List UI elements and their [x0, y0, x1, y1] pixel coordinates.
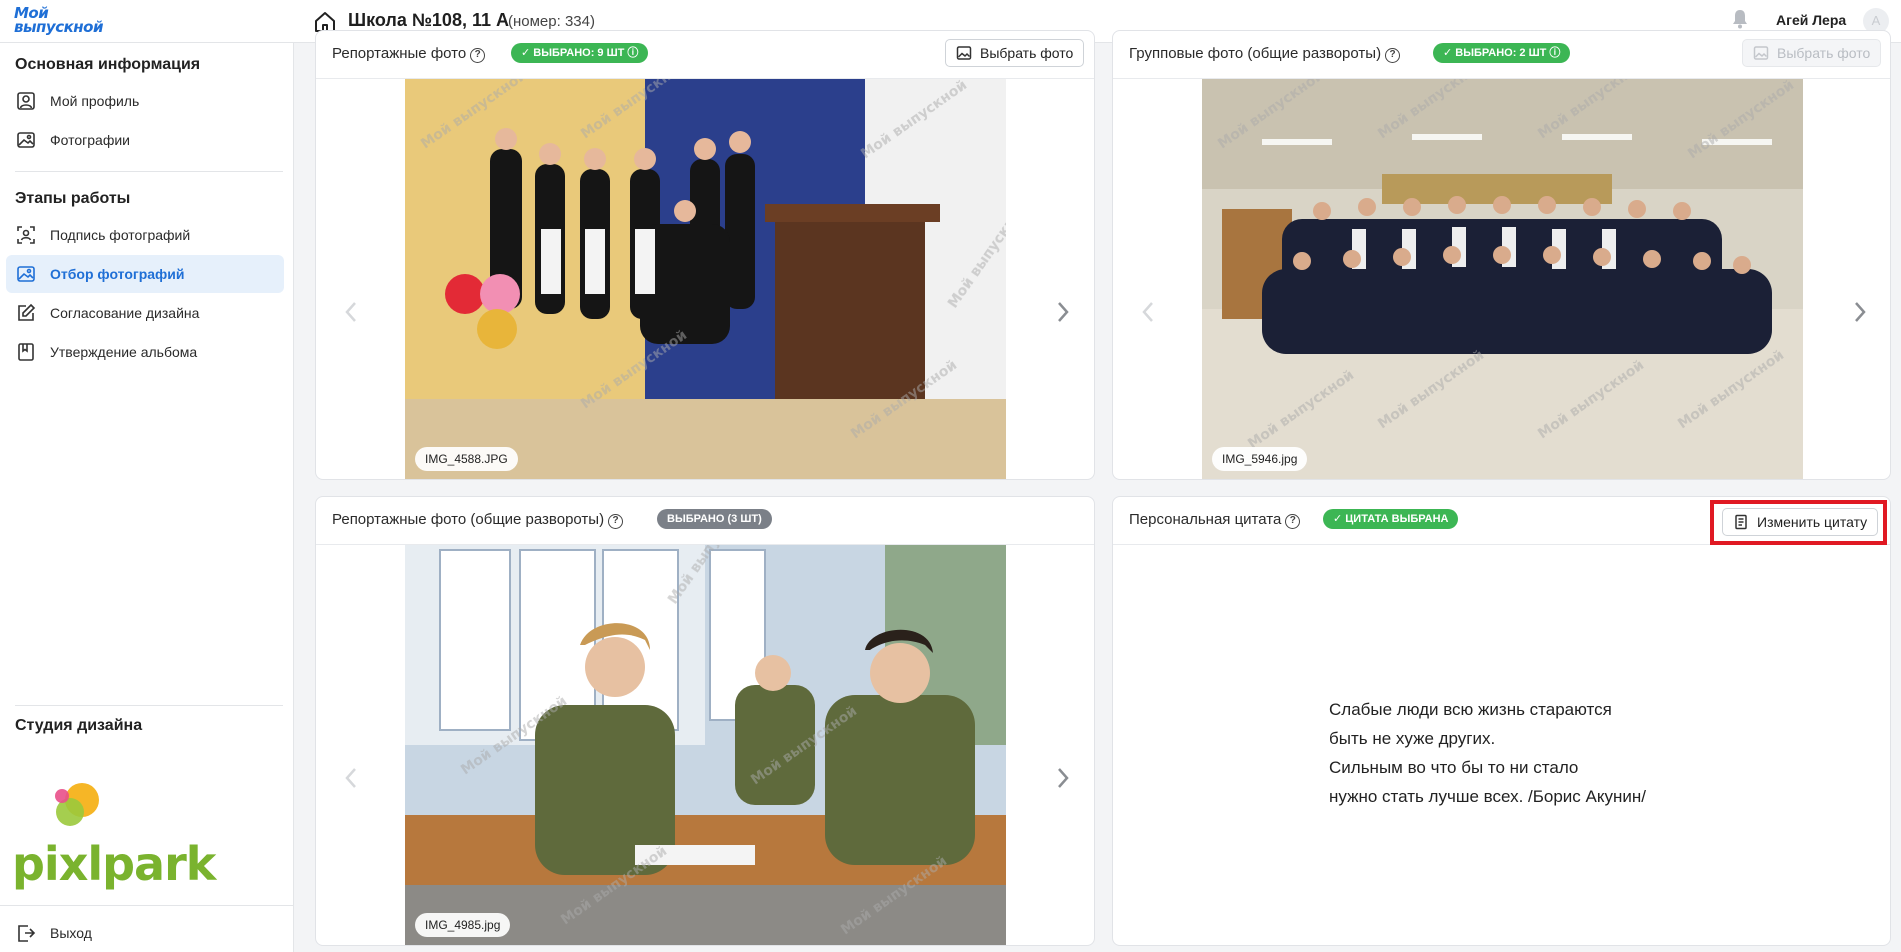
quote-line: Сильным во что бы то ни стало: [1329, 758, 1579, 777]
sidebar: Основная информация Мой профиль Фотограф…: [0, 43, 294, 952]
card-title-text: Репортажные фото (общие развороты): [332, 511, 605, 528]
image-icon: [956, 46, 972, 60]
pixlpark-wordmark: pixlpark: [12, 837, 216, 891]
photo-carousel: Мой выпускной Мой выпускной Мой выпускно…: [316, 79, 1094, 479]
photo-image[interactable]: Мой выпускной Мой выпускной Мой выпускно…: [1202, 79, 1803, 480]
logout-icon: [18, 925, 36, 942]
school-number: (номер: 334): [508, 13, 595, 30]
card-header: Групповые фото (общие развороты)? ✓ ВЫБР…: [1113, 31, 1890, 79]
sidebar-divider: [15, 171, 283, 172]
photo-filename: IMG_4588.JPG: [415, 447, 518, 471]
help-icon[interactable]: ?: [470, 48, 486, 63]
sidebar-divider: [0, 905, 293, 906]
card-group-photos: Групповые фото (общие развороты)? ✓ ВЫБР…: [1112, 30, 1891, 480]
card-reportage-spreads: Репортажные фото (общие развороты)? ВЫБР…: [315, 496, 1095, 946]
selected-badge[interactable]: ✓ ВЫБРАНО: 2 ШТ ⓘ: [1433, 43, 1571, 63]
card-title-text: Репортажные фото: [332, 45, 467, 62]
photo-carousel: Мой выпускной Мой выпускной Мой выпускно…: [316, 545, 1094, 945]
user-icon: [17, 92, 35, 110]
quote-line: нужно стать лучше всех. /Борис Акунин/: [1329, 787, 1646, 806]
sidebar-item-label: Мой профиль: [50, 93, 140, 109]
app-logo[interactable]: Мой выпускной: [14, 6, 116, 36]
card-title: Репортажные фото?: [332, 45, 486, 63]
sidebar-item-photos[interactable]: Фотографии: [6, 121, 284, 159]
card-header: Репортажные фото? ✓ ВЫБРАНО: 9 ШТ ⓘ Выбр…: [316, 31, 1094, 79]
prev-arrow-icon[interactable]: [1141, 301, 1155, 323]
button-label: Выбрать фото: [980, 45, 1074, 61]
logout-button[interactable]: Выход: [6, 914, 284, 952]
button-label: Выбрать фото: [1777, 45, 1871, 61]
sidebar-item-profile[interactable]: Мой профиль: [6, 82, 284, 120]
photo-carousel: Мой выпускной Мой выпускной Мой выпускно…: [1113, 79, 1890, 479]
bell-icon[interactable]: [1731, 9, 1749, 29]
help-icon[interactable]: ?: [1385, 48, 1401, 63]
sidebar-item-label: Фотографии: [50, 132, 131, 148]
card-title-text: Персональная цитата: [1129, 511, 1282, 528]
selected-badge[interactable]: ✓ ВЫБРАНО: 9 ШТ ⓘ: [511, 43, 649, 63]
card-title-text: Групповые фото (общие развороты): [1129, 45, 1382, 62]
sidebar-item-photo-captions[interactable]: Подпись фотографий: [6, 216, 284, 254]
gallery-icon: [17, 266, 35, 282]
select-photo-button[interactable]: Выбрать фото: [1742, 39, 1882, 67]
logo-line-2: выпускной: [14, 18, 103, 36]
quote-area: Слабые люди всю жизнь стараются быть не …: [1113, 545, 1890, 945]
quote-selected-badge: ✓ ЦИТАТА ВЫБРАНА: [1323, 509, 1459, 529]
image-icon: [17, 132, 35, 148]
sidebar-item-design-approval[interactable]: Согласование дизайна: [6, 294, 284, 332]
sidebar-section-studio: Студия дизайна: [15, 717, 143, 734]
sidebar-item-photo-selection[interactable]: Отбор фотографий: [6, 255, 284, 293]
card-title: Персональная цитата?: [1129, 511, 1301, 529]
sidebar-divider: [15, 705, 283, 706]
sidebar-item-label: Согласование дизайна: [50, 305, 200, 321]
card-personal-quote: Персональная цитата? ✓ ЦИТАТА ВЫБРАНА Из…: [1112, 496, 1891, 946]
highlight-frame: [1710, 500, 1887, 545]
prev-arrow-icon[interactable]: [344, 301, 358, 323]
pixlpark-emblem-icon: [55, 783, 99, 826]
next-arrow-icon[interactable]: [1056, 301, 1070, 323]
edit-icon: [18, 303, 36, 321]
photo-image[interactable]: Мой выпускной Мой выпускной Мой выпускно…: [405, 545, 1006, 946]
card-header: Репортажные фото (общие развороты)? ВЫБР…: [316, 497, 1094, 545]
photo-filename: IMG_5946.jpg: [1212, 447, 1308, 471]
face-scan-icon: [17, 226, 35, 244]
quote-text: Слабые люди всю жизнь стараются быть не …: [1329, 695, 1646, 811]
select-photo-button[interactable]: Выбрать фото: [945, 39, 1085, 67]
school-title: Школа №108, 11 А: [348, 10, 509, 30]
image-icon: [1753, 46, 1769, 60]
quote-line: Слабые люди всю жизнь стараются: [1329, 700, 1612, 719]
sidebar-item-label: Подпись фотографий: [50, 227, 191, 243]
next-arrow-icon[interactable]: [1853, 301, 1867, 323]
help-icon[interactable]: ?: [1285, 514, 1301, 529]
book-icon: [18, 343, 34, 361]
sidebar-item-label: Отбор фотографий: [50, 266, 185, 282]
prev-arrow-icon[interactable]: [344, 767, 358, 789]
photo-filename: IMG_4985.jpg: [415, 913, 511, 937]
card-title: Групповые фото (общие развороты)?: [1129, 45, 1401, 63]
quote-line: быть не хуже других.: [1329, 729, 1496, 748]
photo-image[interactable]: Мой выпускной Мой выпускной Мой выпускно…: [405, 79, 1006, 480]
sidebar-item-album-approval[interactable]: Утверждение альбома: [6, 333, 284, 371]
logout-label: Выход: [50, 925, 92, 941]
sidebar-item-label: Утверждение альбома: [50, 344, 198, 360]
sidebar-section-main: Основная информация: [15, 56, 201, 73]
sidebar-section-stages: Этапы работы: [15, 190, 131, 207]
card-title: Репортажные фото (общие развороты)?: [332, 511, 624, 529]
card-reportage-photos: Репортажные фото? ✓ ВЫБРАНО: 9 ШТ ⓘ Выбр…: [315, 30, 1095, 480]
next-arrow-icon[interactable]: [1056, 767, 1070, 789]
selected-badge: ВЫБРАНО (3 ШТ): [657, 509, 772, 529]
pixlpark-logo[interactable]: pixlpark: [12, 782, 216, 906]
user-name[interactable]: Агей Лера: [1776, 12, 1846, 28]
help-icon[interactable]: ?: [608, 514, 624, 529]
